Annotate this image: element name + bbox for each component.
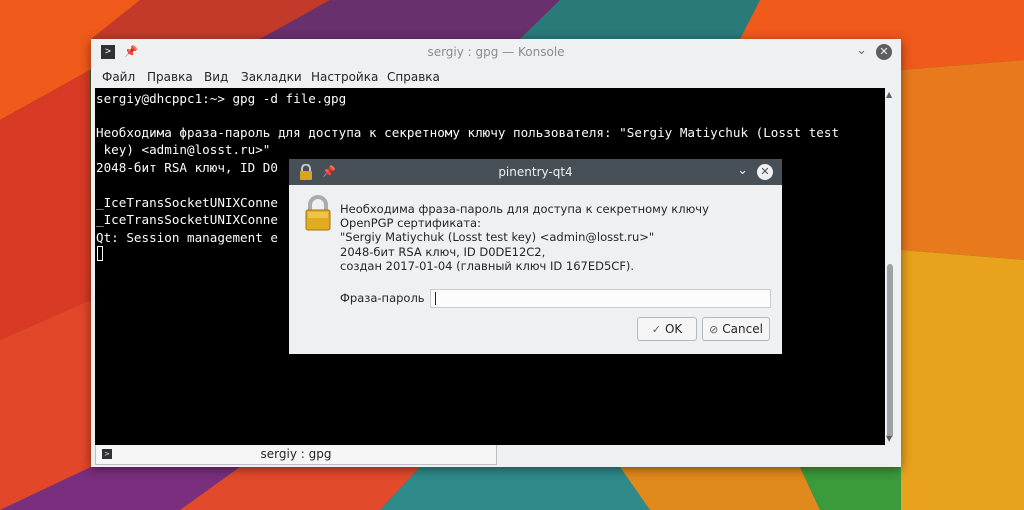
terminal-line: Qt: Session management e [96,230,278,245]
menu-bar: Файл Правка Вид Закладки Настройка Справ… [91,66,901,88]
terminal-line: _IceTransSocketUNIXConne [96,195,278,210]
menu-help[interactable]: Справка [387,70,440,84]
scrollbar-thumb[interactable] [887,264,893,438]
description-line: OpenPGP сертификата: [340,216,481,231]
dialog-titlebar[interactable]: 📌 pinentry-qt4 ⌄ ✕ [289,159,782,185]
menu-file[interactable]: Файл [102,70,135,84]
ok-button-label: OK [664,322,683,336]
description-line: Необходима фраза-пароль для доступа к се… [340,202,709,216]
lock-icon [305,195,331,235]
window-title: sergiy : gpg — Konsole [427,45,565,59]
text-caret [435,292,436,305]
check-icon: ✓ [651,322,661,336]
description-line: "Sergiy Matiychuk (Losst test key) <admi… [340,230,655,245]
close-icon[interactable]: ✕ [757,164,773,180]
menu-edit[interactable]: Правка [147,70,193,84]
scroll-down-icon[interactable]: ▼ [886,434,892,443]
description-line: 2048-бит RSA ключ, ID D0DE12C2, [340,244,546,259]
pinentry-dialog: 📌 pinentry-qt4 ⌄ ✕ Необходима фраза-паро… [289,159,782,354]
ok-button[interactable]: ✓ OK [637,317,697,341]
description-line: создан 2017-01-04 (главный ключ ID 167ED… [340,258,635,273]
menu-view[interactable]: Вид [204,70,228,84]
terminal-line: _IceTransSocketUNIXConne [96,212,278,227]
terminal-scrollbar[interactable]: ▲ ▼ [885,88,897,445]
terminal-cursor [97,246,103,261]
konsole-titlebar[interactable]: > 📌 sergiy : gpg — Konsole ⌄ ✕ [91,39,901,66]
dialog-title: pinentry-qt4 [498,165,573,179]
terminal-line: sergiy@dhcppc1:~> gpg -d file.gpg [96,91,347,106]
scroll-up-icon[interactable]: ▲ [886,90,892,99]
passphrase-input[interactable] [430,289,771,308]
cancel-button-label: Cancel [722,322,763,336]
tab-session[interactable]: > sergiy : gpg [95,445,497,465]
terminal-tab-icon: > [102,449,112,459]
chevron-down-icon[interactable]: ⌄ [737,163,748,178]
terminal-line: Необходима фраза-пароль для доступа к се… [96,125,840,140]
tab-label: sergiy : gpg [260,447,332,461]
cancel-icon: ⊘ [709,322,719,336]
dialog-description: Необходима фраза-пароль для доступа к се… [340,202,709,273]
close-icon[interactable]: ✕ [876,44,892,60]
terminal-line: key) <admin@losst.ru>" [96,142,271,157]
cancel-button[interactable]: ⊘ Cancel [702,317,770,341]
tab-bar: > sergiy : gpg [91,445,901,467]
chevron-down-icon[interactable]: ⌄ [856,43,867,58]
terminal-line: 2048-бит RSA ключ, ID D0 [96,160,278,175]
menu-settings[interactable]: Настройка [311,70,378,84]
menu-bookmarks[interactable]: Закладки [241,70,302,84]
passphrase-label: Фраза-пароль [340,291,425,305]
